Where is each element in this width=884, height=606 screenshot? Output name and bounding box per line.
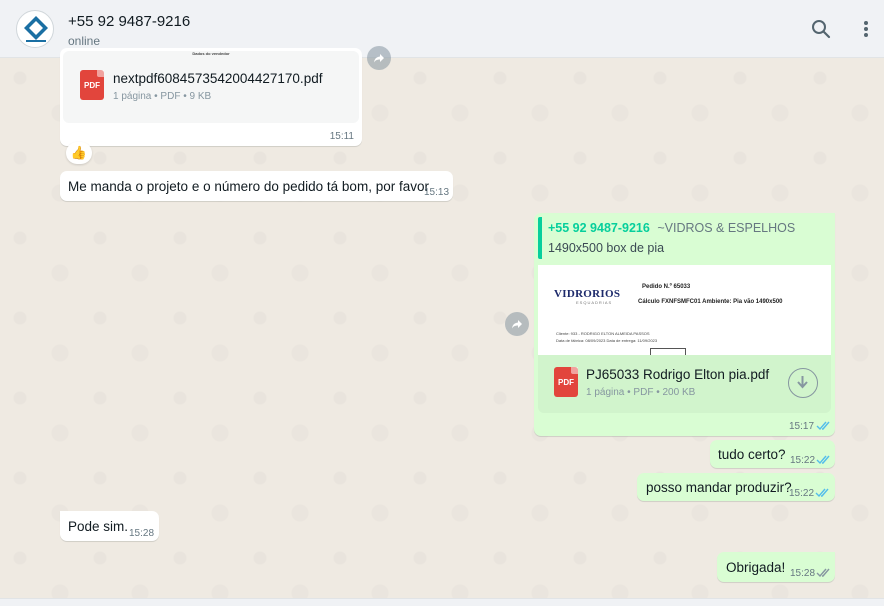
thumbs-up-reaction: 👍 xyxy=(70,145,88,160)
message-time: 15:11 xyxy=(329,131,354,142)
message-time: 15:28 xyxy=(790,568,816,579)
document-meta: 1 página • PDF • 200 KB xyxy=(586,387,696,398)
forward-icon[interactable] xyxy=(505,312,529,336)
document-card[interactable]: Dados do vendedor PDF nextpdf60845735420… xyxy=(63,51,359,123)
sender-name: +55 92 9487-9216 xyxy=(548,221,650,235)
message-text: tudo certo? xyxy=(718,447,786,462)
drawing-box xyxy=(650,348,686,355)
message-time: 15:13 xyxy=(424,187,450,198)
chat-area[interactable]: Dados do vendedor PDF nextpdf60845735420… xyxy=(0,46,884,598)
document-preview[interactable]: VIDRORIOS ESQUADRIAS Pedido N.º 65033 Cá… xyxy=(538,265,831,355)
quote-bar xyxy=(538,217,542,259)
message-time: 15:28 xyxy=(129,528,155,539)
calc-line: Cálculo FXNFSMFC01 Ambiente: Pia vão 149… xyxy=(638,299,783,305)
message-text: Me manda o projeto e o número do pedido … xyxy=(68,179,429,194)
outgoing-text-message: posso mandar produzir? 15:22 xyxy=(637,473,835,501)
double-check-icon xyxy=(815,488,829,498)
outgoing-text-message: Obrigada! 15:28 xyxy=(717,552,835,582)
kebab-menu-icon[interactable] xyxy=(855,18,877,40)
document-meta: 1 página • PDF • 9 KB xyxy=(113,91,212,102)
client-line: Cliente: 933 - RODRIGO ELTON ALMEIDA PAS… xyxy=(556,331,650,336)
contact-status: online xyxy=(68,34,101,48)
message-text: posso mandar produzir? xyxy=(646,480,792,495)
document-preview-caption: Dados do vendedor xyxy=(192,51,230,56)
pdf-icon: PDF xyxy=(80,70,104,100)
incoming-text-message: Me manda o projeto e o número do pedido … xyxy=(60,171,453,201)
message-time: 15:22 xyxy=(790,455,816,466)
document-card[interactable]: PDF PJ65033 Rodrigo Elton pia.pdf 1 pági… xyxy=(538,355,831,413)
pdf-icon: PDF xyxy=(554,367,578,397)
quoted-sender[interactable]: +55 92 9487-9216 ~VIDROS & ESPELHOS xyxy=(548,221,795,235)
dates-line: Data de fábrica: 08/09/2023 Data de entr… xyxy=(556,338,658,343)
outgoing-document-message: +55 92 9487-9216 ~VIDROS & ESPELHOS 1490… xyxy=(534,213,835,436)
double-check-icon xyxy=(816,568,830,578)
forward-icon[interactable] xyxy=(367,46,391,70)
message-text: Pode sim. xyxy=(68,519,129,534)
composer-bar-edge xyxy=(0,598,884,606)
order-number: Pedido N.º 65033 xyxy=(642,284,691,290)
document-name: PJ65033 Rodrigo Elton pia.pdf xyxy=(586,367,770,382)
search-icon[interactable] xyxy=(810,18,832,40)
sender-tag: ~VIDROS & ESPELHOS xyxy=(657,221,796,235)
brand-logo: VIDRORIOS ESQUADRIAS xyxy=(554,288,621,305)
message-time: 15:22 xyxy=(789,488,815,499)
double-check-icon xyxy=(816,421,830,431)
contact-name[interactable]: +55 92 9487-9216 xyxy=(68,13,190,30)
quoted-caption: 1490x500 box de pia xyxy=(548,241,665,255)
download-icon[interactable] xyxy=(788,368,818,398)
outgoing-text-message: tudo certo? 15:22 xyxy=(710,440,835,468)
incoming-document-message: Dados do vendedor PDF nextpdf60845735420… xyxy=(60,48,362,146)
incoming-text-message: Pode sim. 15:28 xyxy=(60,511,159,541)
document-name: nextpdf6084573542004427170.pdf xyxy=(113,71,323,86)
reaction-badge[interactable]: 👍 xyxy=(66,142,92,164)
contact-avatar[interactable] xyxy=(16,10,54,48)
message-time: 15:17 xyxy=(789,421,815,432)
double-check-icon xyxy=(816,455,830,465)
message-text: Obrigada! xyxy=(726,560,786,575)
